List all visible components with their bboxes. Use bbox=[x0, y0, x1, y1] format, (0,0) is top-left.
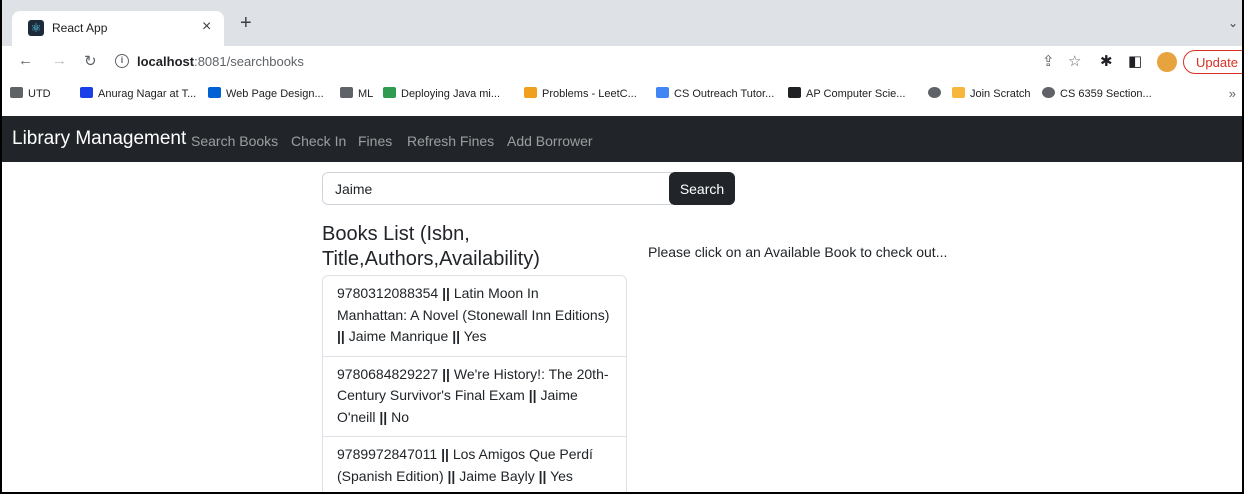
back-icon[interactable]: ← bbox=[18, 52, 33, 69]
nav-add-borrower[interactable]: Add Borrower bbox=[507, 133, 593, 149]
bookmarks-bar: UTD Anurag Nagar at T... Web Page Design..… bbox=[2, 78, 1242, 108]
bookmark-item[interactable]: Join Scratch bbox=[952, 87, 1031, 100]
folder-icon bbox=[340, 87, 353, 98]
globe-icon bbox=[928, 87, 941, 98]
new-tab-icon[interactable]: + bbox=[240, 13, 252, 33]
separator: || bbox=[538, 467, 547, 484]
flag-icon bbox=[80, 87, 93, 98]
bookmark-item[interactable]: Deploying Java mi... bbox=[383, 87, 500, 100]
bookmark-label: AP Computer Scie... bbox=[806, 88, 906, 100]
checkout-hint: Please click on an Available Book to che… bbox=[648, 244, 948, 260]
app-navbar: Library Management Search Books Check In… bbox=[2, 116, 1242, 162]
bookmark-item[interactable]: CS 6359 Section... bbox=[1042, 87, 1152, 100]
edge-icon bbox=[383, 87, 396, 98]
browser-toolbar: ← → ↻ i localhost:8081/searchbooks ⇪ ☆ ✱… bbox=[2, 46, 1242, 78]
star-icon[interactable]: ☆ bbox=[1068, 52, 1081, 70]
url-path: :8081/searchbooks bbox=[194, 54, 304, 69]
scratch-icon bbox=[952, 87, 965, 98]
bookmark-item[interactable]: CS Outreach Tutor... bbox=[656, 87, 774, 100]
bookmark-item[interactable]: UTD bbox=[10, 87, 51, 100]
books-list-title: Books List (Isbn, Title,Authors,Availabi… bbox=[322, 223, 540, 270]
book-availability: Yes bbox=[550, 467, 573, 484]
separator: || bbox=[442, 285, 450, 301]
extensions-icon[interactable]: ✱ bbox=[1100, 52, 1113, 70]
bookmark-item[interactable]: Problems - LeetC... bbox=[524, 87, 637, 100]
separator: || bbox=[452, 328, 461, 344]
share-icon[interactable]: ⇪ bbox=[1042, 52, 1055, 70]
box-icon bbox=[208, 87, 221, 98]
forward-icon[interactable]: → bbox=[52, 52, 67, 69]
bookmark-item[interactable]: Web Page Design... bbox=[208, 87, 324, 100]
bookmark-label: Join Scratch bbox=[970, 88, 1031, 100]
url-host: localhost bbox=[137, 54, 195, 69]
nav-check-in[interactable]: Check In bbox=[291, 133, 346, 149]
book-list-item[interactable]: 9780684829227 || We're History!: The 20t… bbox=[323, 355, 626, 437]
bookmark-item[interactable]: Anurag Nagar at T... bbox=[80, 87, 196, 100]
separator: || bbox=[337, 328, 345, 344]
sidepanel-icon[interactable]: ◧ bbox=[1128, 52, 1142, 70]
docs-icon bbox=[656, 87, 669, 98]
profile-avatar[interactable] bbox=[1157, 52, 1177, 72]
books-list: 9780312088354 || Latin Moon In Manhattan… bbox=[322, 275, 627, 492]
nav-search-books[interactable]: Search Books bbox=[191, 133, 278, 149]
bookmark-label: Anurag Nagar at T... bbox=[98, 88, 197, 100]
browser-tab[interactable]: ⚛ React App × bbox=[12, 11, 224, 46]
update-button[interactable]: Update bbox=[1183, 50, 1242, 74]
react-icon: ⚛ bbox=[28, 20, 44, 36]
bookmark-label: Problems - LeetC... bbox=[542, 88, 637, 100]
book-authors: Jaime Manrique bbox=[348, 328, 449, 344]
book-isbn: 9780684829227 bbox=[337, 365, 439, 382]
bookmark-label: CS Outreach Tutor... bbox=[674, 88, 775, 100]
folder-icon bbox=[10, 87, 23, 98]
reload-icon[interactable]: ↻ bbox=[84, 52, 97, 70]
bookmark-label: ML bbox=[358, 88, 374, 100]
separator: || bbox=[441, 446, 449, 462]
brand-link[interactable]: Library Management bbox=[12, 128, 186, 150]
book-list-item[interactable]: 9780312088354 || Latin Moon In Manhattan… bbox=[323, 276, 626, 356]
close-icon[interactable]: × bbox=[202, 18, 211, 36]
separator: || bbox=[528, 387, 537, 403]
tab-title: React App bbox=[52, 21, 108, 35]
bookmark-label: Web Page Design... bbox=[226, 88, 324, 100]
search-button[interactable]: Search bbox=[669, 172, 735, 205]
bookmark-label: CS 6359 Section... bbox=[1060, 88, 1152, 100]
tab-strip: ⚛ React App × + ⌄ bbox=[2, 0, 1242, 46]
more-bookmarks-icon[interactable]: » bbox=[1229, 86, 1236, 101]
globe-icon bbox=[1042, 87, 1055, 98]
address-bar[interactable]: localhost:8081/searchbooks bbox=[137, 54, 304, 69]
book-availability: No bbox=[391, 408, 409, 425]
nav-refresh-fines[interactable]: Refresh Fines bbox=[407, 133, 494, 149]
bookmark-item[interactable] bbox=[928, 87, 946, 100]
search-input[interactable] bbox=[322, 172, 672, 205]
book-isbn: 9780312088354 bbox=[337, 285, 439, 301]
book-authors: Jaime Bayly bbox=[459, 467, 535, 484]
info-icon[interactable]: i bbox=[115, 54, 129, 68]
book-availability: Yes bbox=[463, 328, 487, 344]
browser-window: ⚛ React App × + ⌄ ← → ↻ i localhost:8081… bbox=[0, 0, 1244, 494]
separator: || bbox=[379, 408, 388, 425]
bookmark-label: Deploying Java mi... bbox=[401, 88, 501, 100]
book-isbn: 9789972847011 bbox=[337, 446, 438, 462]
collegeboard-icon bbox=[788, 87, 801, 98]
bookmark-item[interactable]: ML bbox=[340, 87, 373, 100]
book-list-item[interactable]: 9789972847011 || Los Amigos Que Perdí (S… bbox=[323, 436, 626, 492]
bookmark-label: UTD bbox=[28, 88, 51, 100]
bookmark-item[interactable]: AP Computer Scie... bbox=[788, 87, 905, 100]
separator: || bbox=[442, 365, 450, 382]
separator: || bbox=[447, 467, 456, 484]
chevron-down-icon[interactable]: ⌄ bbox=[1228, 16, 1238, 30]
leetcode-icon bbox=[524, 87, 537, 98]
nav-fines[interactable]: Fines bbox=[358, 133, 392, 149]
